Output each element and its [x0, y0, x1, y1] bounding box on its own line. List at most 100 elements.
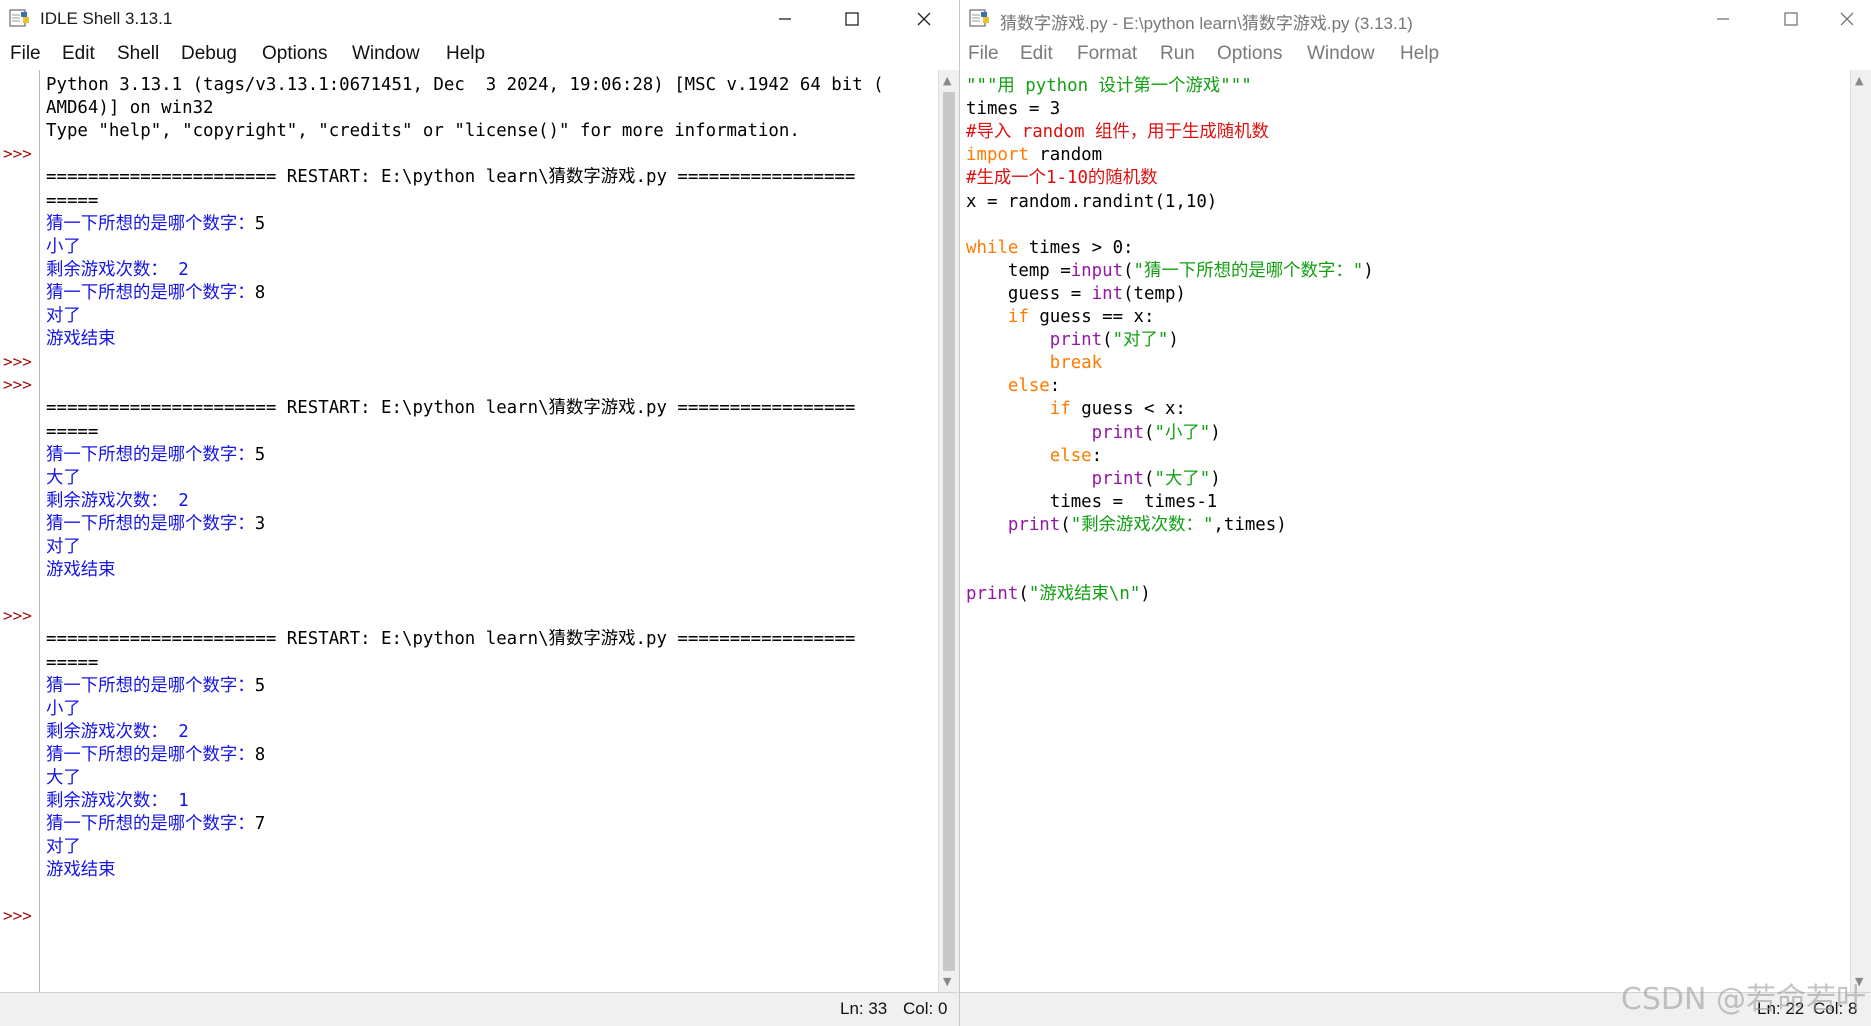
shell-menu-options[interactable]: Options [262, 43, 327, 65]
shell-text-area[interactable]: Python 3.13.1 (tags/v3.13.1:0671451, Dec… [40, 70, 938, 993]
shell-maximize-button[interactable] [827, 0, 877, 37]
code-token: print [1049, 330, 1103, 351]
shell-output-line: 猜一下所想的是哪个数字：5 [46, 213, 265, 236]
code-token: "猜一下所想的是哪个数字：" [1133, 260, 1364, 281]
shell-menu-debug[interactable]: Debug [181, 43, 237, 65]
program-output: 猜一下所想的是哪个数字： [46, 814, 255, 835]
shell-titlebar[interactable]: IDLE Shell 3.13.1 [0, 0, 959, 37]
scroll-down-arrow-icon[interactable]: ▼ [943, 976, 951, 988]
shell-text: ====================== RESTART: E:\pytho… [46, 167, 856, 188]
shell-output-line: 大了 [46, 767, 81, 790]
editor-minimize-button[interactable] [1698, 0, 1748, 37]
editor-menu-run[interactable]: Run [1160, 43, 1195, 65]
editor-code-area[interactable]: """用 python 设计第一个游戏""" times = 3 #导入 rando… [962, 70, 1850, 993]
code-token: "游戏结束\n" [1028, 584, 1141, 605]
code-token: "小了" [1154, 422, 1211, 443]
code-token: ( [1060, 514, 1071, 535]
program-output: 游戏结束 [46, 329, 116, 350]
code-token: ) [1363, 260, 1374, 281]
code-token: print [966, 584, 1019, 605]
shell-output-line: 猜一下所想的是哪个数字：5 [46, 675, 265, 698]
user-input: 8 [254, 744, 266, 765]
editor-menu-format[interactable]: Format [1077, 43, 1137, 65]
csdn-watermark: CSDN @若命若叶 [1620, 982, 1866, 1017]
editor-maximize-button[interactable] [1766, 0, 1816, 37]
editor-titlebar[interactable]: 猜数字游戏.py - E:\python learn\猜数字游戏.py (3.1… [960, 0, 1871, 37]
shell-output-line: 猜一下所想的是哪个数字：7 [46, 813, 265, 836]
code-line: break [966, 352, 1102, 375]
shell-text: ===== [46, 190, 99, 211]
shell-output-line: 对了 [46, 305, 81, 328]
shell-output-line: 猜一下所想的是哪个数字：8 [46, 282, 265, 305]
shell-prompt: >>> [3, 906, 32, 925]
shell-vertical-scrollbar[interactable]: ▲ ▼ [938, 70, 959, 993]
shell-menu-file[interactable]: File [10, 43, 41, 65]
code-line: times = 3 [966, 98, 1060, 121]
code-token: import [966, 145, 1029, 166]
user-input: 5 [254, 213, 266, 234]
shell-output-line: 游戏结束 [46, 328, 116, 351]
code-line: #生成一个1-10的随机数 [966, 167, 1157, 190]
shell-status-bar: Ln: 33 Col: 0 [0, 992, 959, 1026]
code-token: ) [1210, 468, 1221, 489]
editor-menu-window[interactable]: Window [1307, 43, 1375, 65]
program-output: 剩余游戏次数： 2 [46, 721, 189, 742]
editor-vertical-scrollbar[interactable]: ▲ ▼ [1850, 70, 1871, 993]
editor-menu-help[interactable]: Help [1400, 43, 1439, 65]
program-output: 对了 [46, 837, 81, 858]
code-token: else [1049, 445, 1092, 466]
code-line: else: [966, 375, 1060, 398]
program-output: 小了 [46, 236, 81, 257]
program-output: 对了 [46, 306, 81, 326]
code-line: if guess < x: [966, 398, 1186, 421]
shell-minimize-button[interactable] [760, 0, 810, 37]
maximize-icon [1784, 11, 1798, 26]
code-line: while times > 0: [966, 237, 1134, 260]
code-token: "大了" [1154, 468, 1211, 489]
editor-close-button[interactable] [1822, 0, 1871, 37]
editor-menu-options[interactable]: Options [1217, 43, 1282, 65]
user-input: 3 [254, 513, 266, 534]
code-token: else [1007, 376, 1050, 397]
code-token: times > 0: [1018, 237, 1134, 258]
code-token: if [1049, 399, 1071, 420]
shell-menu-edit[interactable]: Edit [62, 43, 95, 65]
editor-menu-file[interactable]: File [968, 43, 999, 65]
code-token: break [1049, 353, 1103, 374]
shell-prompt: >>> [3, 352, 32, 371]
program-output: 游戏结束 [46, 860, 116, 881]
shell-menu-shell[interactable]: Shell [117, 43, 159, 65]
code-line: """用 python 设计第一个游戏""" [966, 75, 1252, 98]
shell-output-line: ====================== RESTART: E:\pytho… [46, 166, 855, 189]
code-token: ) [1210, 422, 1221, 443]
code-token: temp = [966, 260, 1071, 281]
shell-scroll-thumb[interactable] [943, 92, 955, 971]
shell-output-line: 猜一下所想的是哪个数字：3 [46, 513, 265, 536]
code-line: else: [966, 445, 1102, 468]
shell-output-line: 游戏结束 [46, 559, 116, 582]
shell-output-line: 大了 [46, 467, 81, 490]
shell-close-button[interactable] [899, 0, 949, 37]
shell-menu-window[interactable]: Window [352, 43, 420, 65]
code-line: #导入 random 组件，用于生成随机数 [966, 121, 1269, 144]
code-token: : [1049, 376, 1061, 397]
scroll-up-arrow-icon[interactable]: ▲ [943, 75, 951, 87]
shell-menu-help[interactable]: Help [446, 43, 485, 65]
program-output: 剩余游戏次数： 2 [46, 490, 189, 511]
code-token: """用 python 设计第一个游戏""" [966, 76, 1252, 96]
editor-menu-edit[interactable]: Edit [1020, 43, 1053, 65]
shell-column-number: Col: 0 [903, 999, 948, 1018]
code-token: ( [1018, 584, 1029, 605]
scroll-up-arrow-icon[interactable]: ▲ [1855, 75, 1863, 87]
code-line: print("剩余游戏次数：",times) [966, 514, 1287, 537]
user-input: 8 [254, 282, 266, 303]
program-output: 猜一下所想的是哪个数字： [46, 282, 255, 303]
shell-output-line: ====================== RESTART: E:\pytho… [46, 397, 855, 420]
code-line: if guess == x: [966, 306, 1155, 329]
code-token: "剩余游戏次数：" [1070, 514, 1214, 535]
